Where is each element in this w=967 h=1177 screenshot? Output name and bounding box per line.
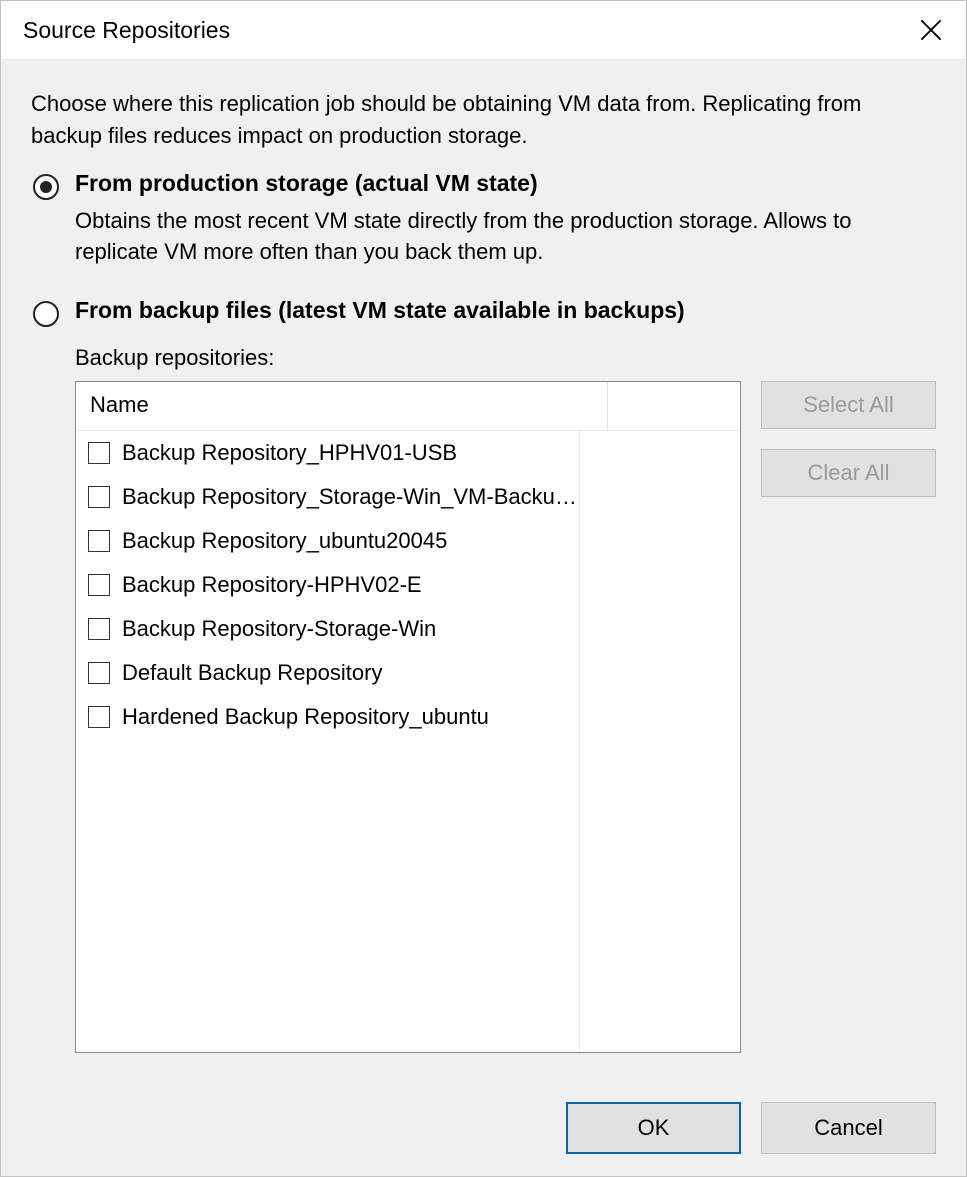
side-buttons: Select All Clear All (761, 381, 936, 497)
list-item[interactable]: Backup Repository_ubuntu20045 (76, 519, 740, 563)
repo-checkbox[interactable] (88, 574, 110, 596)
list-item[interactable]: Backup Repository_HPHV01-USB (76, 431, 740, 475)
titlebar: Source Repositories (1, 1, 966, 59)
repo-checkbox[interactable] (88, 486, 110, 508)
repo-name: Backup Repository_ubuntu20045 (122, 528, 587, 554)
repos-listbox[interactable]: Name Backup Repository_HPHV01-USBBackup … (75, 381, 741, 1053)
option-production-desc: Obtains the most recent VM state directl… (75, 205, 936, 267)
column-header-spacer (608, 382, 740, 430)
dialog-source-repositories: Source Repositories Choose where this re… (0, 0, 967, 1177)
option-backup[interactable]: From backup files (latest VM state avail… (31, 297, 936, 327)
option-production-label: From production storage (actual VM state… (75, 170, 936, 197)
column-header-name[interactable]: Name (76, 382, 608, 430)
repo-checkbox[interactable] (88, 530, 110, 552)
repo-name: Backup Repository-Storage-Win (122, 616, 587, 642)
close-icon (920, 19, 942, 41)
ok-button[interactable]: OK (566, 1102, 741, 1154)
repo-name: Default Backup Repository (122, 660, 587, 686)
repo-name: Hardened Backup Repository_ubuntu (122, 704, 587, 730)
repos-label: Backup repositories: (75, 345, 936, 371)
list-item[interactable]: Hardened Backup Repository_ubuntu (76, 695, 740, 739)
option-production[interactable]: From production storage (actual VM state… (31, 170, 936, 267)
list-item[interactable]: Backup Repository-HPHV02-E (76, 563, 740, 607)
repo-name: Backup Repository_HPHV01-USB (122, 440, 587, 466)
clear-all-button[interactable]: Clear All (761, 449, 936, 497)
repo-checkbox[interactable] (88, 442, 110, 464)
intro-text: Choose where this replication job should… (31, 88, 936, 152)
option-backup-label: From backup files (latest VM state avail… (75, 297, 936, 324)
repos-row: Name Backup Repository_HPHV01-USBBackup … (75, 381, 936, 1078)
select-all-button[interactable]: Select All (761, 381, 936, 429)
repo-checkbox[interactable] (88, 662, 110, 684)
dialog-title: Source Repositories (23, 17, 896, 44)
repo-name: Backup Repository_Storage-Win_VM-Backup-… (122, 484, 587, 510)
list-body: Backup Repository_HPHV01-USB Backup Repos… (76, 431, 740, 1052)
repo-name: Backup Repository-HPHV02-E (122, 572, 587, 598)
dialog-footer: OK Cancel (31, 1102, 936, 1154)
cancel-button[interactable]: Cancel (761, 1102, 936, 1154)
radio-backup[interactable] (33, 301, 59, 327)
close-button[interactable] (896, 1, 966, 59)
list-item[interactable]: Backup Repository-Storage-Win (76, 607, 740, 651)
radio-production[interactable] (33, 174, 59, 200)
repo-checkbox[interactable] (88, 706, 110, 728)
dialog-body: Choose where this replication job should… (1, 59, 966, 1176)
list-header: Name (76, 382, 740, 431)
repo-checkbox[interactable] (88, 618, 110, 640)
list-item[interactable]: Backup Repository_Storage-Win_VM-Backup-… (76, 475, 740, 519)
list-item[interactable]: Default Backup Repository (76, 651, 740, 695)
